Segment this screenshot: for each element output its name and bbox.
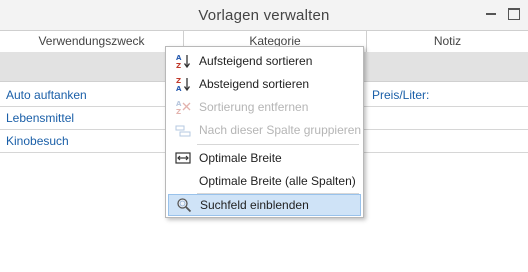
column-context-menu: A Z Aufsteigend sortieren Z A Absteigend… bbox=[165, 46, 364, 218]
svg-text:Z: Z bbox=[176, 77, 181, 85]
sort-descending-icon: Z A bbox=[176, 77, 191, 92]
cell-verwendungszweck[interactable]: Kinobesuch bbox=[6, 130, 69, 152]
menu-item-best-fit[interactable]: Optimale Breite bbox=[168, 147, 361, 169]
maximize-button[interactable] bbox=[502, 0, 526, 28]
clear-sort-icon: A Z bbox=[176, 100, 191, 115]
svg-text:A: A bbox=[176, 100, 182, 108]
maximize-icon bbox=[508, 8, 520, 20]
search-icon bbox=[177, 198, 192, 213]
svg-text:Z: Z bbox=[176, 62, 181, 69]
cell-notiz[interactable]: Preis/Liter: bbox=[372, 84, 429, 106]
minimize-button[interactable] bbox=[480, 0, 504, 28]
menu-item-sort-ascending[interactable]: A Z Aufsteigend sortieren bbox=[168, 50, 361, 72]
menu-item-sort-descending[interactable]: Z A Absteigend sortieren bbox=[168, 73, 361, 95]
menu-item-best-fit-all-columns[interactable]: Optimale Breite (alle Spalten) bbox=[168, 170, 361, 192]
menu-item-label: Optimale Breite (alle Spalten) bbox=[199, 174, 356, 188]
title-bar: Vorlagen verwalten bbox=[0, 0, 528, 30]
menu-item-label: Aufsteigend sortieren bbox=[199, 54, 313, 68]
svg-text:Z: Z bbox=[176, 108, 181, 115]
menu-item-label: Nach dieser Spalte gruppieren bbox=[199, 123, 362, 137]
svg-text:A: A bbox=[176, 54, 182, 62]
menu-item-label: Sortierung entfernen bbox=[199, 100, 309, 114]
cell-verwendungszweck[interactable]: Auto auftanken bbox=[6, 84, 87, 106]
menu-item-show-search-field[interactable]: Suchfeld einblenden bbox=[168, 194, 361, 216]
column-header-verwendungszweck[interactable]: Verwendungszweck bbox=[0, 31, 184, 52]
menu-item-label: Suchfeld einblenden bbox=[200, 198, 309, 212]
menu-item-group-by-column[interactable]: Nach dieser Spalte gruppieren bbox=[168, 119, 361, 141]
menu-separator bbox=[197, 144, 359, 145]
menu-item-label: Absteigend sortieren bbox=[199, 77, 310, 91]
group-by-icon bbox=[175, 125, 191, 137]
svg-text:A: A bbox=[176, 85, 182, 92]
sort-ascending-icon: A Z bbox=[176, 54, 191, 69]
column-header-notiz[interactable]: Notiz bbox=[367, 31, 528, 52]
minimize-icon bbox=[486, 13, 496, 15]
best-fit-icon bbox=[175, 152, 191, 164]
menu-item-clear-sort[interactable]: A Z Sortierung entfernen bbox=[168, 96, 361, 118]
menu-item-label: Optimale Breite bbox=[199, 151, 282, 165]
cell-verwendungszweck[interactable]: Lebensmittel bbox=[6, 107, 74, 129]
window-title: Vorlagen verwalten bbox=[198, 7, 330, 24]
